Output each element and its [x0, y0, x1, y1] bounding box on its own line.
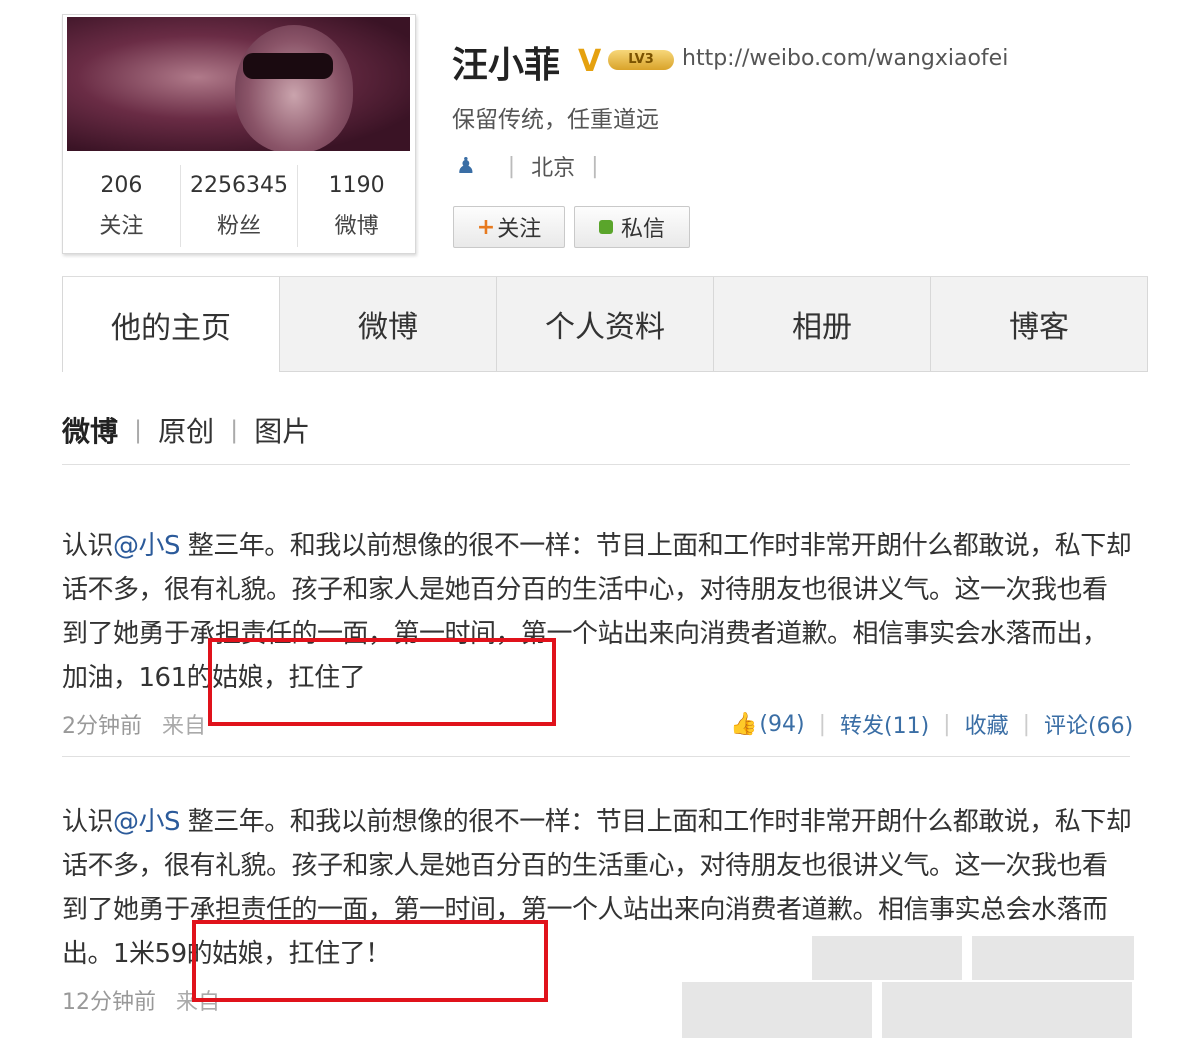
highlight-box — [208, 638, 556, 726]
feed-filter-tabs: 微博 | 原创 | 图片 — [62, 410, 310, 450]
filter-images[interactable]: 图片 — [254, 410, 310, 450]
post-prefix: 认识 — [62, 807, 114, 837]
stat-following[interactable]: 206 关注 — [63, 165, 181, 247]
plus-icon: + — [476, 214, 496, 240]
stat-posts-count: 1190 — [328, 173, 385, 198]
filter-original[interactable]: 原创 — [158, 410, 214, 450]
profile-name: 汪小菲 — [452, 45, 561, 86]
blur-patch — [972, 936, 1134, 980]
stat-posts[interactable]: 1190 微博 — [298, 165, 415, 247]
mention-link[interactable]: @小S — [113, 807, 181, 837]
post-actions: 👍 (94) | 转发(11) | 收藏 | 评论(66) — [730, 708, 1133, 740]
profile-location-row: ♟ | 北京 | — [456, 150, 615, 182]
stat-posts-label: 微博 — [334, 214, 379, 239]
forward-link[interactable]: 转发(11) — [840, 708, 929, 740]
profile-stats: 206 关注 2256345 粉丝 1190 微博 — [63, 165, 415, 247]
stat-followers-label: 粉丝 — [217, 214, 262, 239]
tab-weibo[interactable]: 微博 — [279, 277, 496, 372]
mention-link[interactable]: @小S — [113, 531, 181, 561]
like-icon[interactable]: 👍 — [730, 712, 757, 737]
comment-link[interactable]: 评论(66) — [1044, 708, 1133, 740]
divider: | — [507, 153, 516, 179]
profile-motto: 保留传统，任重道远 — [452, 107, 659, 133]
divider: | — [134, 416, 143, 444]
divider: | — [818, 711, 826, 737]
divider: | — [591, 153, 599, 179]
profile-card: 206 关注 2256345 粉丝 1190 微博 — [62, 14, 416, 254]
message-button-label: 私信 — [620, 217, 665, 242]
tab-profile-info[interactable]: 个人资料 — [496, 277, 713, 372]
level-badge-icon: LV3 — [608, 50, 674, 70]
profile-tabs: 他的主页 微博 个人资料 相册 博客 — [62, 276, 1148, 372]
favorite-link[interactable]: 收藏 — [965, 708, 1009, 740]
message-icon — [598, 220, 613, 234]
blur-patch — [682, 982, 872, 1038]
filter-all[interactable]: 微博 — [62, 410, 118, 450]
follow-button-label: 关注 — [497, 217, 542, 242]
blur-patch — [812, 936, 962, 980]
follow-button[interactable]: + 关注 — [453, 206, 565, 248]
post-prefix: 认识 — [62, 531, 114, 561]
post-time[interactable]: 12分钟前 — [62, 984, 156, 1016]
avatar[interactable] — [67, 17, 410, 151]
post-meta: 2分钟前 来自 — [62, 708, 206, 740]
divider: | — [230, 416, 239, 444]
avatar-sunglasses — [243, 53, 333, 79]
divider — [62, 464, 1130, 465]
stat-followers[interactable]: 2256345 粉丝 — [181, 165, 299, 247]
divider — [62, 756, 1130, 757]
stat-followers-count: 2256345 — [190, 173, 288, 198]
tab-home[interactable]: 他的主页 — [62, 277, 279, 372]
highlight-box — [192, 920, 548, 1002]
tab-album[interactable]: 相册 — [713, 277, 930, 372]
stat-following-label: 关注 — [99, 214, 144, 239]
tab-blog[interactable]: 博客 — [930, 277, 1148, 372]
verified-icon: V — [578, 44, 602, 79]
avatar-face — [235, 25, 353, 151]
blur-patch — [882, 982, 1132, 1038]
post-time[interactable]: 2分钟前 — [62, 708, 142, 740]
person-icon: ♟ — [456, 153, 476, 179]
like-count[interactable]: (94) — [759, 712, 804, 737]
stat-following-count: 206 — [100, 173, 143, 198]
divider: | — [943, 711, 951, 737]
post-source: 来自 — [162, 714, 207, 739]
profile-url-link[interactable]: http://weibo.com/wangxiaofei — [682, 46, 1008, 71]
message-button[interactable]: 私信 — [574, 206, 690, 248]
divider: | — [1022, 711, 1031, 737]
location-text: 北京 — [531, 156, 576, 181]
